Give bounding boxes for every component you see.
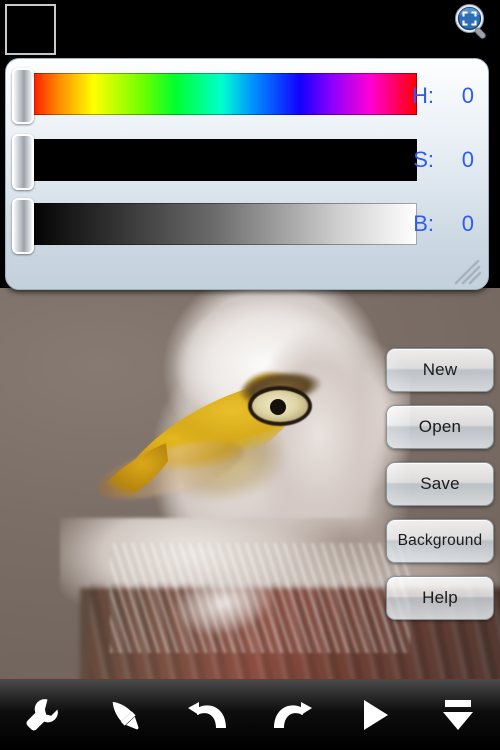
color-preview-swatch[interactable] bbox=[25, 289, 76, 290]
current-color-swatch[interactable] bbox=[5, 4, 56, 55]
collapse-down-icon bbox=[438, 696, 478, 734]
play-tool-button[interactable] bbox=[347, 689, 403, 741]
redo-arrow-icon bbox=[270, 695, 314, 735]
zoom-fit-icon[interactable] bbox=[452, 2, 494, 44]
brightness-slider-thumb[interactable] bbox=[12, 198, 34, 254]
brightness-label: B: bbox=[413, 211, 434, 236]
color-picker-panel: H: 0 S: 0 B: 0 bbox=[5, 58, 489, 290]
settings-tool-button[interactable] bbox=[14, 689, 70, 741]
top-bar bbox=[0, 0, 500, 58]
hue-slider-thumb[interactable] bbox=[12, 68, 34, 124]
eagle-feather-texture bbox=[110, 543, 410, 653]
help-button[interactable]: Help bbox=[386, 576, 494, 620]
new-button[interactable]: New bbox=[386, 348, 494, 392]
saturation-value: 0 bbox=[461, 147, 474, 172]
brightness-value: 0 bbox=[461, 211, 474, 236]
background-button[interactable]: Background bbox=[386, 519, 494, 563]
undo-arrow-icon bbox=[186, 695, 230, 735]
brightness-slider-track[interactable] bbox=[27, 203, 417, 245]
brush-icon bbox=[105, 695, 145, 735]
hue-value: 0 bbox=[461, 83, 474, 108]
redo-tool-button[interactable] bbox=[264, 689, 320, 741]
collapse-tool-button[interactable] bbox=[430, 689, 486, 741]
hue-label: H: bbox=[412, 83, 434, 108]
bottom-toolbar bbox=[0, 679, 500, 750]
save-button[interactable]: Save bbox=[386, 462, 494, 506]
eagle-eye bbox=[230, 364, 330, 428]
wrench-icon bbox=[22, 695, 62, 735]
resize-grip-icon[interactable] bbox=[452, 259, 482, 285]
eagle-eye-pupil bbox=[270, 399, 286, 415]
saturation-slider-thumb[interactable] bbox=[12, 134, 34, 190]
undo-tool-button[interactable] bbox=[180, 689, 236, 741]
side-button-group: New Open Save Background Help bbox=[386, 348, 494, 633]
saturation-slider-track[interactable] bbox=[27, 139, 417, 181]
eyedropper-icon[interactable] bbox=[402, 285, 458, 289]
hue-slider-track[interactable] bbox=[27, 73, 417, 115]
brush-tool-button[interactable] bbox=[97, 689, 153, 741]
play-triangle-icon bbox=[357, 696, 393, 734]
open-button[interactable]: Open bbox=[386, 405, 494, 449]
saturation-label: S: bbox=[413, 147, 434, 172]
app-root: H: 0 S: 0 B: 0 New Open Save Background … bbox=[0, 0, 500, 750]
